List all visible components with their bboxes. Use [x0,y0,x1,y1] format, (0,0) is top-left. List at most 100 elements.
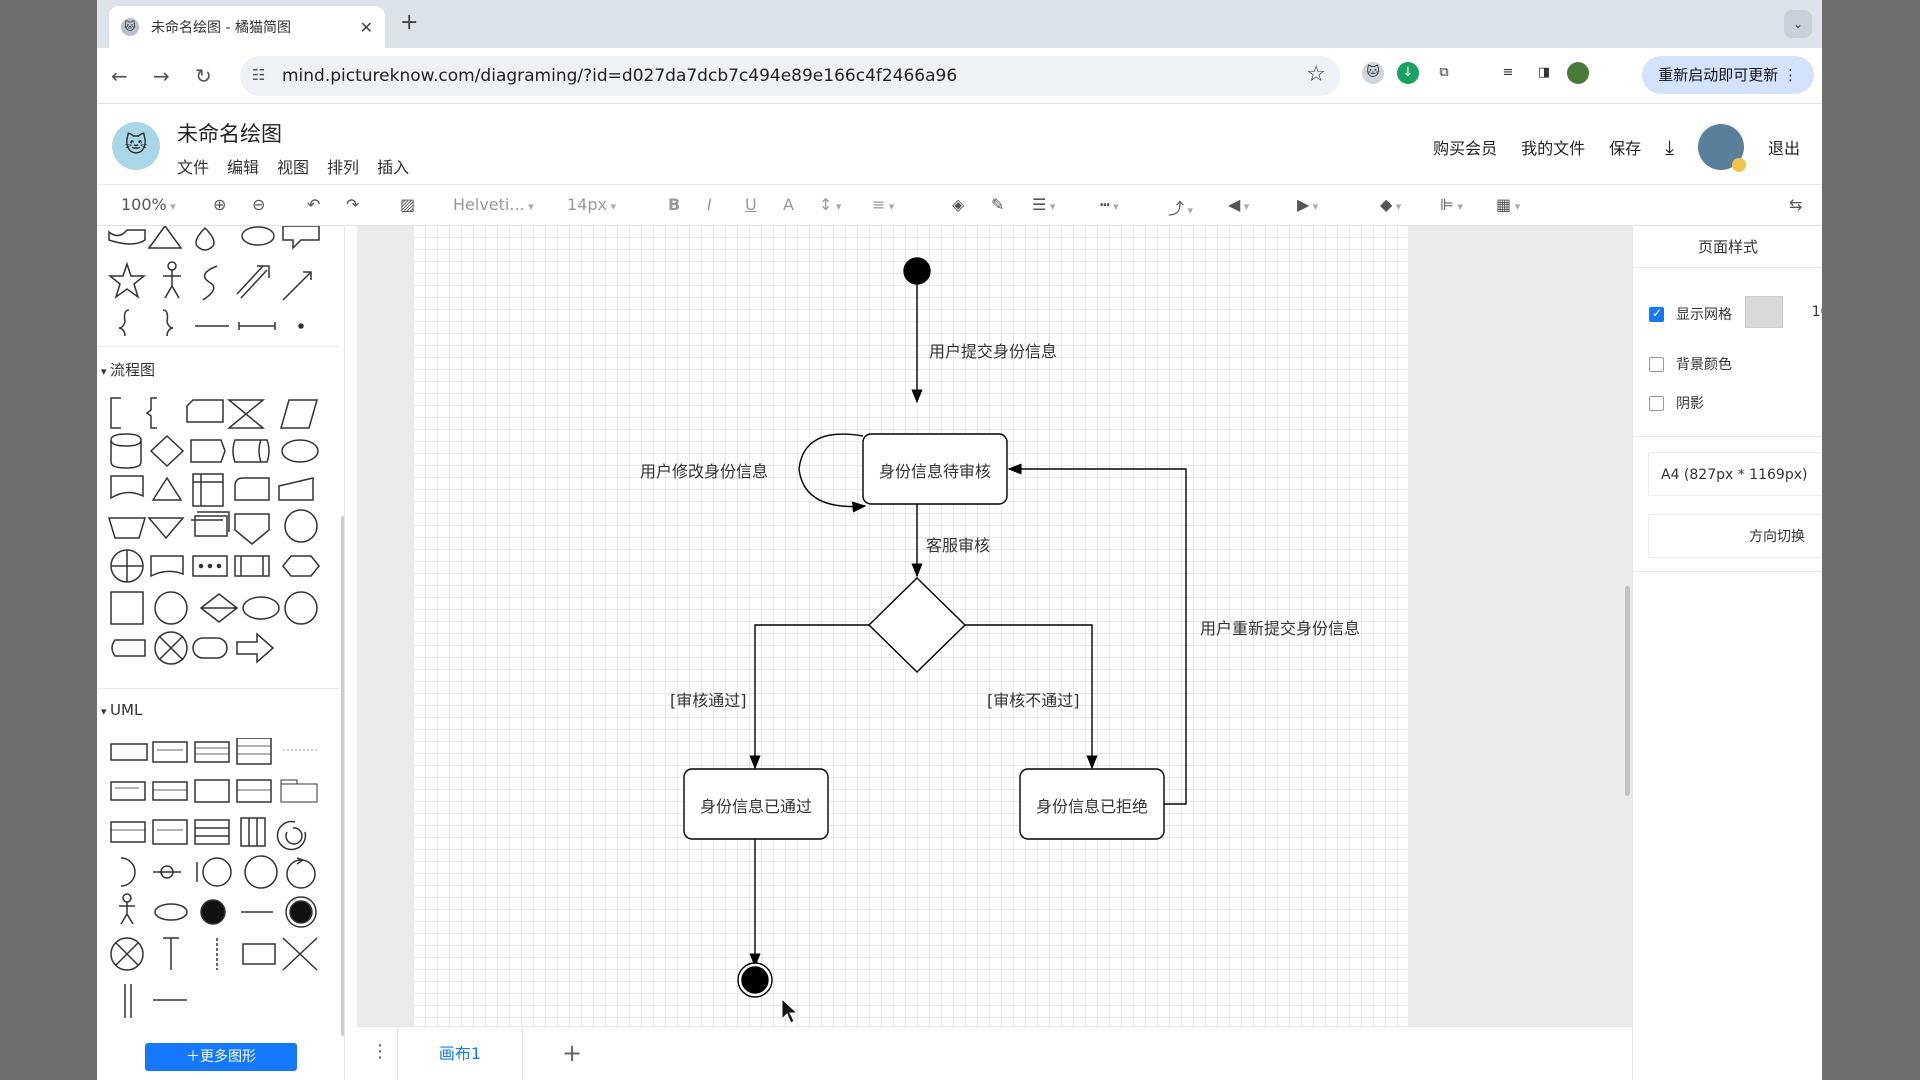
shadow-checkbox[interactable] [1649,395,1664,411]
initial-state[interactable] [903,257,931,285]
tab-title: 未命名绘图 - 橘猫简图 [151,20,291,36]
flowchart-shapes-grid[interactable] [97,396,337,666]
table-icon[interactable]: ▦ [1496,195,1520,214]
align-objects-icon[interactable]: ⊫ [1440,195,1463,214]
app-header: 🐱 未命名绘图 文件 编辑 视图 排列 插入 购买会员 我的文件 保存 ⤓ 退出 [97,104,1822,184]
underline-icon[interactable]: U [745,195,757,214]
extension-cat-icon[interactable]: 🐱 [1362,62,1384,84]
decision-node[interactable] [867,577,967,673]
italic-icon[interactable]: I [707,195,712,214]
chevron-down-icon[interactable]: ⌄ [1784,10,1812,38]
my-files-link[interactable]: 我的文件 [1521,135,1585,159]
line-width-icon[interactable]: ☰ [1032,195,1055,214]
profile-icon[interactable] [1567,62,1589,84]
page-tab-1[interactable]: 画布1 [397,1027,523,1080]
font-color-icon[interactable]: A [783,195,794,214]
menu-arrange[interactable]: 排列 [327,154,359,178]
download-icon[interactable]: ⤓ [1665,135,1674,159]
menu-edit[interactable]: 编辑 [227,154,259,178]
add-page-icon[interactable]: + [562,1039,582,1067]
bg-color-label: 背景颜色 [1676,357,1732,373]
line-color-icon[interactable]: ✎ [991,195,1004,214]
side-panel-icon[interactable]: ◨ [1533,62,1555,84]
bold-icon[interactable]: B [668,195,680,214]
reload-icon[interactable]: ↻ [195,64,212,88]
label-review[interactable]: 客服审核 [926,532,990,556]
update-button[interactable]: 重新启动即可更新 ⋮ [1642,56,1814,94]
menu-view[interactable]: 视图 [277,154,309,178]
shadow-row[interactable]: 阴影 [1649,393,1704,413]
save-link[interactable]: 保存 [1609,135,1641,159]
undo-icon[interactable]: ↶ [307,195,320,214]
back-icon[interactable]: ← [111,64,128,88]
extension-download-icon[interactable]: ↓ [1397,62,1419,84]
update-label: 重新启动即可更新 [1658,66,1779,84]
label-modify[interactable]: 用户修改身份信息 [640,458,768,482]
line-style-icon[interactable]: ┅ [1100,195,1119,214]
panel-title: 页面样式 [1633,226,1822,268]
header-actions: 购买会员 我的文件 保存 ⤓ 退出 [1433,124,1800,172]
format-painter-icon[interactable]: ▨ [400,195,415,214]
orientation-button[interactable]: 方向切换 [1648,514,1822,558]
uml-section-title[interactable]: UML [101,701,142,719]
format-toolbar: 100% ⊕ ⊖ ↶ ↷ ▨ Helveti... 14px B I U A ↕… [97,184,1822,226]
media-control-icon[interactable]: ≡ [1497,62,1519,84]
menu-file[interactable]: 文件 [177,154,209,178]
align-icon[interactable]: ≡ [872,195,894,214]
canvas-vertical-scrollbar[interactable] [1625,586,1630,796]
page-tabs-bar: ⋮ 画布1 + [357,1026,1632,1080]
label-approved-cond[interactable]: [审核通过] [670,687,747,711]
uml-shapes-grid[interactable] [97,738,337,1028]
line-height-icon[interactable]: ↕ [819,195,841,214]
layer-icon[interactable]: ◆ [1380,195,1401,214]
shape-library: 流程图 UML ＋更多图形 [97,226,345,1080]
canvas-page[interactable]: 用户提交身份信息 用户修改身份信息 身份信息待审核 客服审核 用户重新提交身份信… [414,226,1408,1026]
logout-link[interactable]: 退出 [1768,135,1800,159]
font-size-select[interactable]: 14px [567,195,616,214]
zoom-in-icon[interactable]: ⊕ [213,195,226,214]
menu-bar: 文件 编辑 视图 排列 插入 [177,154,409,178]
new-tab-icon[interactable]: + [400,10,418,35]
bookmark-star-icon[interactable]: ☆ [1306,62,1326,87]
canvas-workspace[interactable]: 用户提交身份信息 用户修改身份信息 身份信息待审核 客服审核 用户重新提交身份信… [357,226,1632,1026]
app-logo-icon[interactable]: 🐱 [112,122,160,170]
bg-color-checkbox[interactable] [1649,356,1664,372]
connector-type-icon[interactable]: ⤴ [1168,195,1193,219]
zoom-out-icon[interactable]: ⊖ [252,195,265,214]
forward-icon[interactable]: → [153,64,170,88]
grid-size-input[interactable]: 10 px ⇕ [1797,296,1822,328]
shadow-label: 阴影 [1676,396,1704,412]
font-family-select[interactable]: Helveti... [453,195,534,214]
bg-color-row[interactable]: 背景颜色 [1649,354,1732,374]
zoom-select[interactable]: 100% [121,195,176,214]
more-shapes-button[interactable]: ＋更多图形 [145,1043,297,1071]
more-vertical-icon[interactable]: ⋮ [371,1041,389,1062]
paper-size-select[interactable]: A4 (827px * 1169px) [1648,452,1822,496]
flowchart-section-title[interactable]: 流程图 [101,359,155,380]
site-settings-icon[interactable]: ☷ [252,66,265,84]
url-text: mind.pictureknow.com/diagraming/?id=d027… [282,66,958,86]
show-grid-checkbox[interactable] [1649,306,1664,322]
end-arrow-icon[interactable]: ▶ [1297,195,1318,214]
label-rejected-cond[interactable]: [审核不通过] [987,687,1080,711]
extensions-puzzle-icon[interactable]: ⧉ [1433,62,1455,84]
browser-tab[interactable]: 🐱 未命名绘图 - 橘猫简图 ✕ [109,6,385,48]
fill-color-icon[interactable]: ◈ [952,195,964,214]
redo-icon[interactable]: ↷ [346,195,359,214]
state-rejected-label: 身份信息已拒绝 [1035,797,1148,816]
buy-membership-link[interactable]: 购买会员 [1433,135,1497,159]
show-grid-row[interactable]: 显示网格 [1649,304,1732,324]
document-title[interactable]: 未命名绘图 [177,118,282,148]
close-icon[interactable]: ✕ [360,18,373,37]
library-scrollbar[interactable] [341,516,344,1036]
user-avatar[interactable] [1697,124,1746,172]
label-resubmit[interactable]: 用户重新提交身份信息 [1200,615,1360,639]
edge-resubmit [1007,463,1187,805]
url-bar[interactable]: ☷ mind.pictureknow.com/diagraming/?id=d0… [240,56,1340,96]
label-submit[interactable]: 用户提交身份信息 [929,338,1057,362]
collapse-panel-icon[interactable]: ⇆ [1789,195,1802,214]
basic-shapes-grid[interactable] [97,226,337,336]
menu-insert[interactable]: 插入 [377,154,409,178]
start-arrow-icon[interactable]: ◀ [1228,195,1249,214]
grid-color-swatch[interactable] [1745,296,1783,328]
